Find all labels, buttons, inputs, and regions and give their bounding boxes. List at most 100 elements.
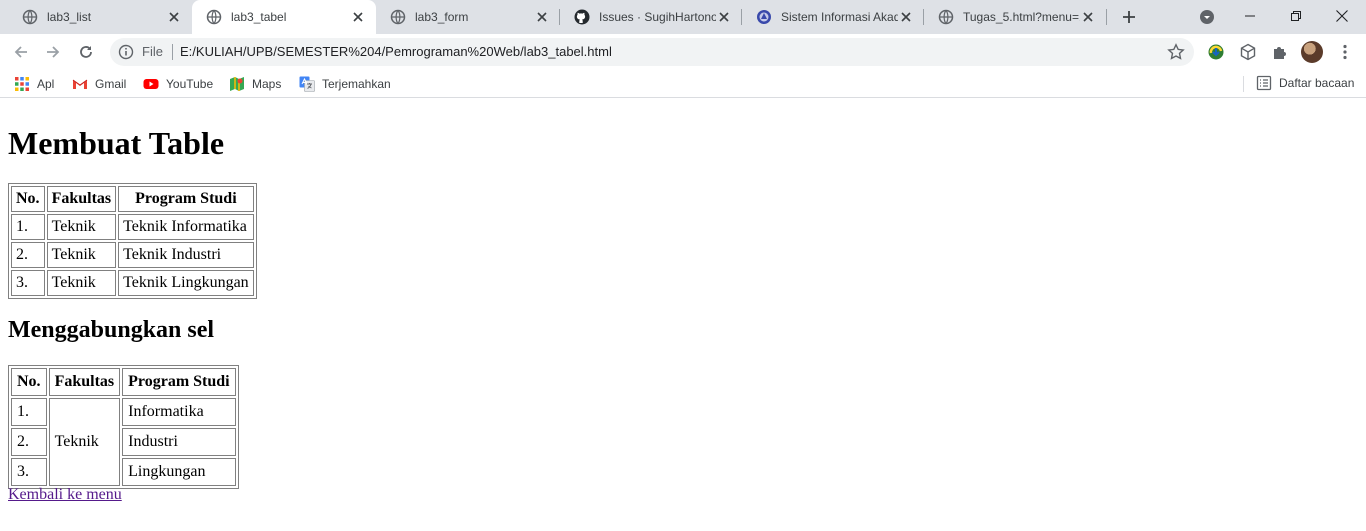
forward-button[interactable] — [41, 40, 65, 64]
merged-cells-table: No. Fakultas Program Studi 1. Teknik Inf… — [8, 365, 239, 489]
back-to-menu-link[interactable]: Kembali ke menu — [8, 486, 122, 504]
cube-extension-icon[interactable] — [1239, 43, 1257, 61]
profile-avatar[interactable] — [1301, 41, 1323, 63]
close-tab-icon[interactable] — [534, 9, 550, 25]
minimize-button[interactable] — [1227, 0, 1273, 32]
tab-lab3-tabel[interactable]: lab3_tabel — [192, 0, 376, 34]
tab-search-icon[interactable] — [1199, 9, 1215, 25]
more-menu-icon[interactable] — [1336, 43, 1354, 61]
reading-list-button[interactable]: Daftar bacaan — [1256, 75, 1354, 91]
cell-no: 3. — [11, 458, 47, 486]
bookmarks-bar: Apl Gmail YouTube Maps Terjemahkan Dafta… — [0, 70, 1366, 98]
bookmark-label: Gmail — [95, 77, 127, 91]
idm-extension-icon[interactable] — [1207, 43, 1225, 61]
bookmark-translate[interactable]: Terjemahkan — [299, 75, 391, 93]
tab-title: Issues · SugihHartono/ — [599, 10, 716, 24]
info-icon[interactable] — [118, 44, 134, 60]
column-header-no: No. — [11, 186, 45, 212]
table-header-row: No. Fakultas Program Studi — [11, 186, 254, 212]
url-text[interactable]: E:/KULIAH/UPB/SEMESTER%204/Pemrograman%2… — [180, 44, 612, 59]
globe-icon — [390, 9, 406, 25]
table-row: 3. Teknik Teknik Lingkungan — [11, 270, 254, 296]
cell-program-studi: Informatika — [122, 398, 236, 426]
github-icon — [574, 9, 590, 25]
tab-github-issues[interactable]: Issues · SugihHartono/ — [560, 0, 742, 34]
apps-grid-icon — [15, 77, 29, 91]
page-title: Membuat Table — [8, 125, 225, 161]
section-heading-merge: Menggabungkan sel — [8, 317, 215, 343]
plus-icon — [1123, 11, 1135, 23]
tab-title: Sistem Informasi Akad — [781, 10, 898, 24]
bookmark-gmail[interactable]: Gmail — [72, 75, 126, 93]
table-row: 2. Teknik Teknik Industri — [11, 242, 254, 268]
close-window-button[interactable] — [1319, 0, 1365, 32]
tab-tugas-5[interactable]: Tugas_5.html?menu=1 — [924, 0, 1106, 34]
university-logo-icon — [757, 10, 771, 24]
close-icon — [1336, 10, 1348, 22]
tab-strip: lab3_list lab3_tabel lab3_form Issues · … — [0, 0, 1366, 34]
column-header-fakultas: Fakultas — [46, 186, 117, 212]
bookmark-youtube[interactable]: YouTube — [143, 75, 213, 93]
table-row: 1. Teknik Teknik Informatika — [11, 214, 254, 240]
restore-button[interactable] — [1273, 0, 1319, 32]
tab-title: lab3_form — [415, 10, 469, 24]
arrow-right-icon — [47, 46, 60, 58]
program-study-table: No. Fakultas Program Studi 1. Teknik Tek… — [8, 183, 257, 299]
reload-icon — [80, 46, 92, 58]
cell-program-studi: Lingkungan — [122, 458, 236, 486]
cell-no: 2. — [11, 242, 45, 268]
cell-fakultas: Teknik — [46, 214, 117, 240]
table-row: 2. Industri — [11, 428, 236, 456]
cell-fakultas: Teknik — [46, 242, 117, 268]
column-header-no: No. — [11, 368, 47, 396]
cell-fakultas: Teknik — [46, 270, 117, 296]
page-content: Membuat Table No. Fakultas Program Studi… — [0, 103, 1366, 531]
bookmarks-separator — [1243, 76, 1244, 92]
back-button[interactable] — [9, 40, 33, 64]
globe-icon — [22, 9, 38, 25]
new-tab-button[interactable] — [1119, 7, 1139, 27]
close-tab-icon[interactable] — [716, 9, 732, 25]
cell-program-studi: Industri — [122, 428, 236, 456]
tab-sistem-informasi[interactable]: Sistem Informasi Akad — [742, 0, 924, 34]
cell-program-studi: Teknik Lingkungan — [118, 270, 254, 296]
extensions-puzzle-icon[interactable] — [1271, 43, 1289, 61]
bookmark-label: Apl — [37, 77, 55, 91]
globe-icon — [938, 9, 954, 25]
cell-fakultas-merged: Teknik — [48, 398, 121, 486]
file-scheme-label: File — [142, 44, 163, 59]
restore-icon — [1291, 11, 1301, 21]
column-header-program-studi: Program Studi — [118, 186, 254, 212]
tab-title: Tugas_5.html?menu=1 — [963, 10, 1080, 24]
bookmark-label: YouTube — [166, 77, 214, 91]
table-row: 1. Teknik Informatika — [11, 398, 236, 486]
tab-title: lab3_tabel — [231, 10, 287, 24]
reading-list-icon — [1256, 75, 1272, 91]
bookmark-apps[interactable]: Apl — [14, 75, 54, 93]
column-header-program-studi: Program Studi — [122, 368, 236, 396]
tab-lab3-list[interactable]: lab3_list — [8, 0, 192, 34]
close-tab-icon[interactable] — [1080, 9, 1096, 25]
tab-separator — [1106, 9, 1107, 25]
omnibox-divider — [172, 44, 173, 60]
cell-program-studi: Teknik Informatika — [118, 214, 254, 240]
address-bar[interactable]: File E:/KULIAH/UPB/SEMESTER%204/Pemrogra… — [110, 38, 1194, 66]
tab-lab3-form[interactable]: lab3_form — [376, 0, 560, 34]
maps-icon — [230, 77, 244, 91]
minimize-icon — [1245, 15, 1255, 17]
bookmark-star-icon[interactable] — [1167, 43, 1185, 61]
bookmark-maps[interactable]: Maps — [229, 75, 281, 93]
cell-program-studi: Teknik Industri — [118, 242, 254, 268]
reload-button[interactable] — [74, 40, 98, 64]
cell-no: 3. — [11, 270, 45, 296]
cell-no: 1. — [11, 398, 47, 426]
cell-no: 2. — [11, 428, 47, 456]
close-tab-icon[interactable] — [166, 9, 182, 25]
column-header-fakultas: Fakultas — [48, 368, 121, 396]
tab-title: lab3_list — [47, 10, 92, 24]
cell-no: 1. — [11, 214, 45, 240]
table-row: 3. Lingkungan — [11, 458, 236, 486]
close-tab-icon[interactable] — [898, 9, 914, 25]
close-tab-icon[interactable] — [350, 9, 366, 25]
youtube-icon — [143, 79, 159, 89]
